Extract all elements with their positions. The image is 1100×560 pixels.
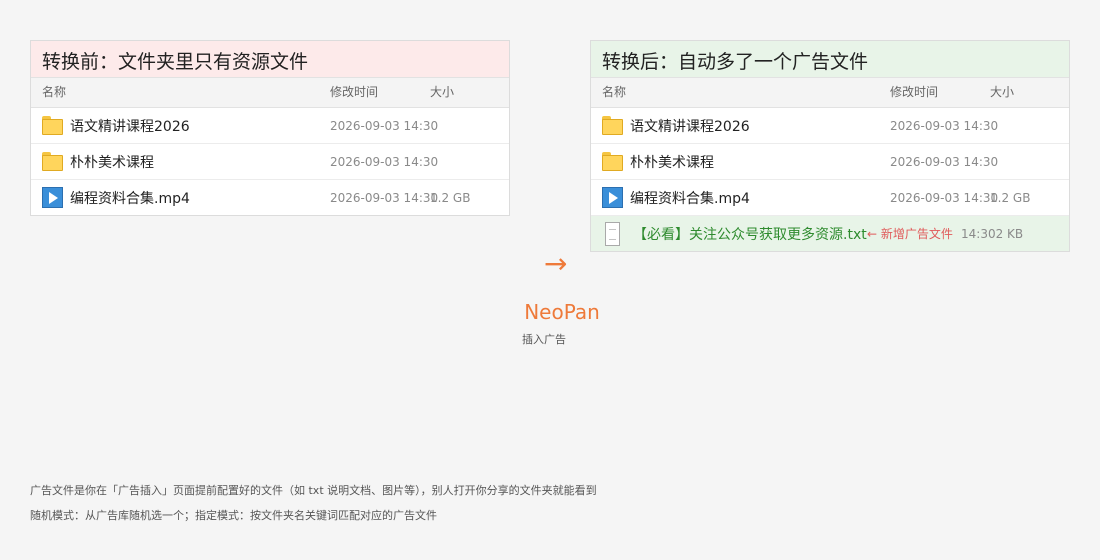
column-size-header[interactable]: 大小 [430,78,454,107]
footnote-line-1: 广告文件是你在「广告插入」页面提前配置好的文件（如 txt 说明文档、图片等），… [30,484,597,497]
after-panel-title: 转换后：自动多了一个广告文件 [591,41,1069,78]
column-date-header[interactable]: 修改时间 [890,78,938,107]
file-date: 2026-09-03 14:30 [330,118,439,133]
before-column-header: 名称 修改时间 大小 [31,78,509,108]
ad-file-row[interactable]: 【必看】关注公众号获取更多资源.txt ← 新增广告文件 14:30 2 KB [591,216,1069,251]
column-name-header[interactable]: 名称 [602,78,626,107]
folder-icon [602,115,623,136]
transform-arrow-icon: → [544,247,568,280]
file-name: 朴朴美术课程 [630,154,714,171]
file-date: 2026-09-03 14:30 [330,190,439,205]
file-date: 2026-09-03 14:30 [890,190,999,205]
after-column-header: 名称 修改时间 大小 [591,78,1069,108]
file-name: 编程资料合集.mp4 [630,190,750,207]
file-date: 2026-09-03 14:30 [890,154,999,169]
file-name: 语文精讲课程2026 [70,118,190,135]
file-row[interactable]: 编程资料合集.mp4 2026-09-03 14:30 1.2 GB [591,180,1069,216]
file-row[interactable]: 语文精讲课程2026 2026-09-03 14:30 [591,108,1069,144]
folder-icon [42,151,63,172]
file-date: 2026-09-03 14:30 [890,118,999,133]
brand-name: NeoPan [524,300,600,324]
video-icon [602,187,623,208]
file-row[interactable]: 朴朴美术课程 2026-09-03 14:30 [591,144,1069,180]
video-icon [42,187,63,208]
file-name: 编程资料合集.mp4 [70,190,190,207]
before-panel: 转换前：文件夹里只有资源文件 名称 修改时间 大小 语文精讲课程2026 202… [30,40,510,216]
ad-file-date: 14:30 [961,226,996,241]
folder-icon [42,115,63,136]
before-panel-title: 转换前：文件夹里只有资源文件 [31,41,509,78]
brand-subtitle: 插入广告 [522,333,566,346]
column-size-header[interactable]: 大小 [990,78,1014,107]
column-date-header[interactable]: 修改时间 [330,78,378,107]
file-row[interactable]: 语文精讲课程2026 2026-09-03 14:30 [31,108,509,144]
after-panel: 转换后：自动多了一个广告文件 名称 修改时间 大小 语文精讲课程2026 202… [590,40,1070,252]
file-name: 语文精讲课程2026 [630,118,750,135]
column-name-header[interactable]: 名称 [42,78,66,107]
file-row[interactable]: 朴朴美术课程 2026-09-03 14:30 [31,144,509,180]
ad-file-date-size: 14:30 2 KB [961,216,1023,251]
file-date: 2026-09-03 14:30 [330,154,439,169]
footnote-line-2: 随机模式：从广告库随机选一个；指定模式：按文件夹名关键词匹配对应的广告文件 [30,509,437,522]
new-ad-file-note: ← 新增广告文件 [867,227,953,241]
file-name: 朴朴美术课程 [70,154,154,171]
folder-icon [602,151,623,172]
file-size: 1.2 GB [430,190,471,205]
ad-file-name: 【必看】关注公众号获取更多资源.txt [633,226,867,243]
file-size: 1.2 GB [990,190,1031,205]
ad-file-size: 2 KB [995,226,1024,241]
file-row[interactable]: 编程资料合集.mp4 2026-09-03 14:30 1.2 GB [31,180,509,215]
txt-file-icon [605,221,620,246]
